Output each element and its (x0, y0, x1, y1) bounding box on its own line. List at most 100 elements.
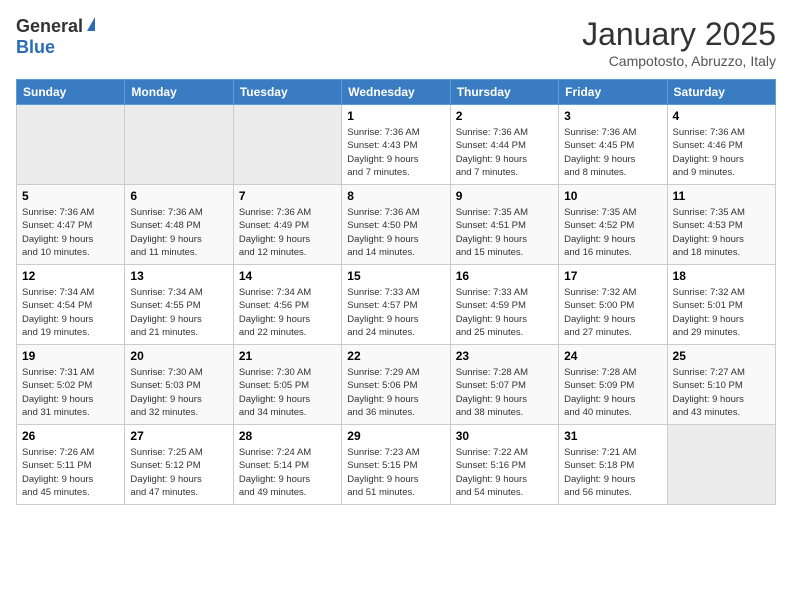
calendar-cell: 16Sunrise: 7:33 AMSunset: 4:59 PMDayligh… (450, 265, 558, 345)
calendar-cell: 12 Sunrise: 7:34 AMSunset: 4:54 PMDayligh… (17, 265, 125, 345)
day-number: 11 (673, 189, 770, 203)
day-number: 22 (347, 349, 444, 363)
calendar-week-row: 5Sunrise: 7:36 AMSunset: 4:47 PMDaylight… (17, 185, 776, 265)
calendar-cell (17, 105, 125, 185)
calendar-cell: 10 Sunrise: 7:35 AMSunset: 4:52 PMDayligh… (559, 185, 667, 265)
weekday-header: Friday (559, 80, 667, 105)
day-info: Sunrise: 7:26 AMSunset: 5:11 PMDaylight:… (22, 446, 119, 499)
calendar-week-row: 12 Sunrise: 7:34 AMSunset: 4:54 PMDayligh… (17, 265, 776, 345)
day-number: 13 (130, 269, 227, 283)
calendar-cell: 24 Sunrise: 7:28 AMSunset: 5:09 PMDayligh… (559, 345, 667, 425)
day-info: Sunrise: 7:25 AMSunset: 5:12 PMDaylight:… (130, 446, 227, 499)
day-info: Sunrise: 7:22 AMSunset: 5:16 PMDaylight:… (456, 446, 553, 499)
day-number: 24 (564, 349, 661, 363)
calendar-week-row: 1 Sunrise: 7:36 AMSunset: 4:43 PMDaylight… (17, 105, 776, 185)
day-info: Sunrise: 7:35 AMSunset: 4:52 PMDaylight:… (564, 206, 661, 259)
day-number: 1 (347, 109, 444, 123)
day-number: 2 (456, 109, 553, 123)
calendar-cell: 17Sunrise: 7:32 AMSunset: 5:00 PMDayligh… (559, 265, 667, 345)
calendar-cell: 23Sunrise: 7:28 AMSunset: 5:07 PMDayligh… (450, 345, 558, 425)
calendar-cell: 11 Sunrise: 7:35 AMSunset: 4:53 PMDayligh… (667, 185, 775, 265)
calendar-week-row: 26 Sunrise: 7:26 AMSunset: 5:11 PMDayligh… (17, 425, 776, 505)
day-number: 18 (673, 269, 770, 283)
day-info: Sunrise: 7:34 AMSunset: 4:54 PMDaylight:… (22, 286, 119, 339)
calendar-cell: 21 Sunrise: 7:30 AMSunset: 5:05 PMDayligh… (233, 345, 341, 425)
day-info: Sunrise: 7:27 AMSunset: 5:10 PMDaylight:… (673, 366, 770, 419)
page-header: General Blue January 2025 Campotosto, Ab… (16, 16, 776, 69)
day-info: Sunrise: 7:36 AMSunset: 4:50 PMDaylight:… (347, 206, 444, 259)
calendar-cell: 25 Sunrise: 7:27 AMSunset: 5:10 PMDayligh… (667, 345, 775, 425)
day-number: 3 (564, 109, 661, 123)
calendar-cell (233, 105, 341, 185)
day-number: 31 (564, 429, 661, 443)
calendar-week-row: 19Sunrise: 7:31 AMSunset: 5:02 PMDayligh… (17, 345, 776, 425)
calendar-cell: 28Sunrise: 7:24 AMSunset: 5:14 PMDayligh… (233, 425, 341, 505)
calendar-cell: 1 Sunrise: 7:36 AMSunset: 4:43 PMDaylight… (342, 105, 450, 185)
day-number: 10 (564, 189, 661, 203)
calendar-cell: 29 Sunrise: 7:23 AMSunset: 5:15 PMDayligh… (342, 425, 450, 505)
calendar-cell: 5Sunrise: 7:36 AMSunset: 4:47 PMDaylight… (17, 185, 125, 265)
day-info: Sunrise: 7:36 AMSunset: 4:45 PMDaylight:… (564, 126, 661, 179)
calendar-cell: 20Sunrise: 7:30 AMSunset: 5:03 PMDayligh… (125, 345, 233, 425)
weekday-header: Tuesday (233, 80, 341, 105)
day-number: 19 (22, 349, 119, 363)
location-subtitle: Campotosto, Abruzzo, Italy (582, 53, 776, 69)
title-section: January 2025 Campotosto, Abruzzo, Italy (582, 16, 776, 69)
day-info: Sunrise: 7:30 AMSunset: 5:05 PMDaylight:… (239, 366, 336, 419)
day-number: 21 (239, 349, 336, 363)
day-info: Sunrise: 7:36 AMSunset: 4:43 PMDaylight:… (347, 126, 444, 179)
day-info: Sunrise: 7:28 AMSunset: 5:07 PMDaylight:… (456, 366, 553, 419)
calendar-cell: 3 Sunrise: 7:36 AMSunset: 4:45 PMDaylight… (559, 105, 667, 185)
weekday-header: Monday (125, 80, 233, 105)
weekday-header: Wednesday (342, 80, 450, 105)
calendar-cell: 6 Sunrise: 7:36 AMSunset: 4:48 PMDaylight… (125, 185, 233, 265)
day-number: 5 (22, 189, 119, 203)
day-info: Sunrise: 7:36 AMSunset: 4:46 PMDaylight:… (673, 126, 770, 179)
calendar-cell: 19Sunrise: 7:31 AMSunset: 5:02 PMDayligh… (17, 345, 125, 425)
day-info: Sunrise: 7:29 AMSunset: 5:06 PMDaylight:… (347, 366, 444, 419)
weekday-header: Saturday (667, 80, 775, 105)
calendar-cell: 7 Sunrise: 7:36 AMSunset: 4:49 PMDaylight… (233, 185, 341, 265)
day-number: 12 (22, 269, 119, 283)
logo-blue-text: Blue (16, 37, 55, 58)
logo: General Blue (16, 16, 95, 58)
day-info: Sunrise: 7:23 AMSunset: 5:15 PMDaylight:… (347, 446, 444, 499)
day-info: Sunrise: 7:28 AMSunset: 5:09 PMDaylight:… (564, 366, 661, 419)
day-number: 15 (347, 269, 444, 283)
day-info: Sunrise: 7:34 AMSunset: 4:55 PMDaylight:… (130, 286, 227, 339)
day-number: 29 (347, 429, 444, 443)
calendar-cell: 30 Sunrise: 7:22 AMSunset: 5:16 PMDayligh… (450, 425, 558, 505)
day-number: 27 (130, 429, 227, 443)
calendar-cell: 31 Sunrise: 7:21 AMSunset: 5:18 PMDayligh… (559, 425, 667, 505)
calendar-cell (125, 105, 233, 185)
weekday-header: Thursday (450, 80, 558, 105)
day-number: 4 (673, 109, 770, 123)
day-number: 9 (456, 189, 553, 203)
day-number: 26 (22, 429, 119, 443)
weekday-header-row: SundayMondayTuesdayWednesdayThursdayFrid… (17, 80, 776, 105)
day-info: Sunrise: 7:33 AMSunset: 4:57 PMDaylight:… (347, 286, 444, 339)
calendar-cell (667, 425, 775, 505)
day-info: Sunrise: 7:36 AMSunset: 4:48 PMDaylight:… (130, 206, 227, 259)
calendar-cell: 14Sunrise: 7:34 AMSunset: 4:56 PMDayligh… (233, 265, 341, 345)
day-info: Sunrise: 7:32 AMSunset: 5:01 PMDaylight:… (673, 286, 770, 339)
day-number: 6 (130, 189, 227, 203)
calendar-cell: 15 Sunrise: 7:33 AMSunset: 4:57 PMDayligh… (342, 265, 450, 345)
day-info: Sunrise: 7:21 AMSunset: 5:18 PMDaylight:… (564, 446, 661, 499)
calendar-cell: 26 Sunrise: 7:26 AMSunset: 5:11 PMDayligh… (17, 425, 125, 505)
calendar-cell: 13 Sunrise: 7:34 AMSunset: 4:55 PMDayligh… (125, 265, 233, 345)
day-info: Sunrise: 7:35 AMSunset: 4:51 PMDaylight:… (456, 206, 553, 259)
calendar-cell: 4 Sunrise: 7:36 AMSunset: 4:46 PMDaylight… (667, 105, 775, 185)
day-info: Sunrise: 7:36 AMSunset: 4:49 PMDaylight:… (239, 206, 336, 259)
month-title: January 2025 (582, 16, 776, 53)
day-info: Sunrise: 7:24 AMSunset: 5:14 PMDaylight:… (239, 446, 336, 499)
day-number: 25 (673, 349, 770, 363)
calendar-cell: 22 Sunrise: 7:29 AMSunset: 5:06 PMDayligh… (342, 345, 450, 425)
weekday-header: Sunday (17, 80, 125, 105)
day-number: 7 (239, 189, 336, 203)
calendar-cell: 18 Sunrise: 7:32 AMSunset: 5:01 PMDayligh… (667, 265, 775, 345)
day-info: Sunrise: 7:35 AMSunset: 4:53 PMDaylight:… (673, 206, 770, 259)
day-info: Sunrise: 7:32 AMSunset: 5:00 PMDaylight:… (564, 286, 661, 339)
calendar-table: SundayMondayTuesdayWednesdayThursdayFrid… (16, 79, 776, 505)
day-number: 30 (456, 429, 553, 443)
